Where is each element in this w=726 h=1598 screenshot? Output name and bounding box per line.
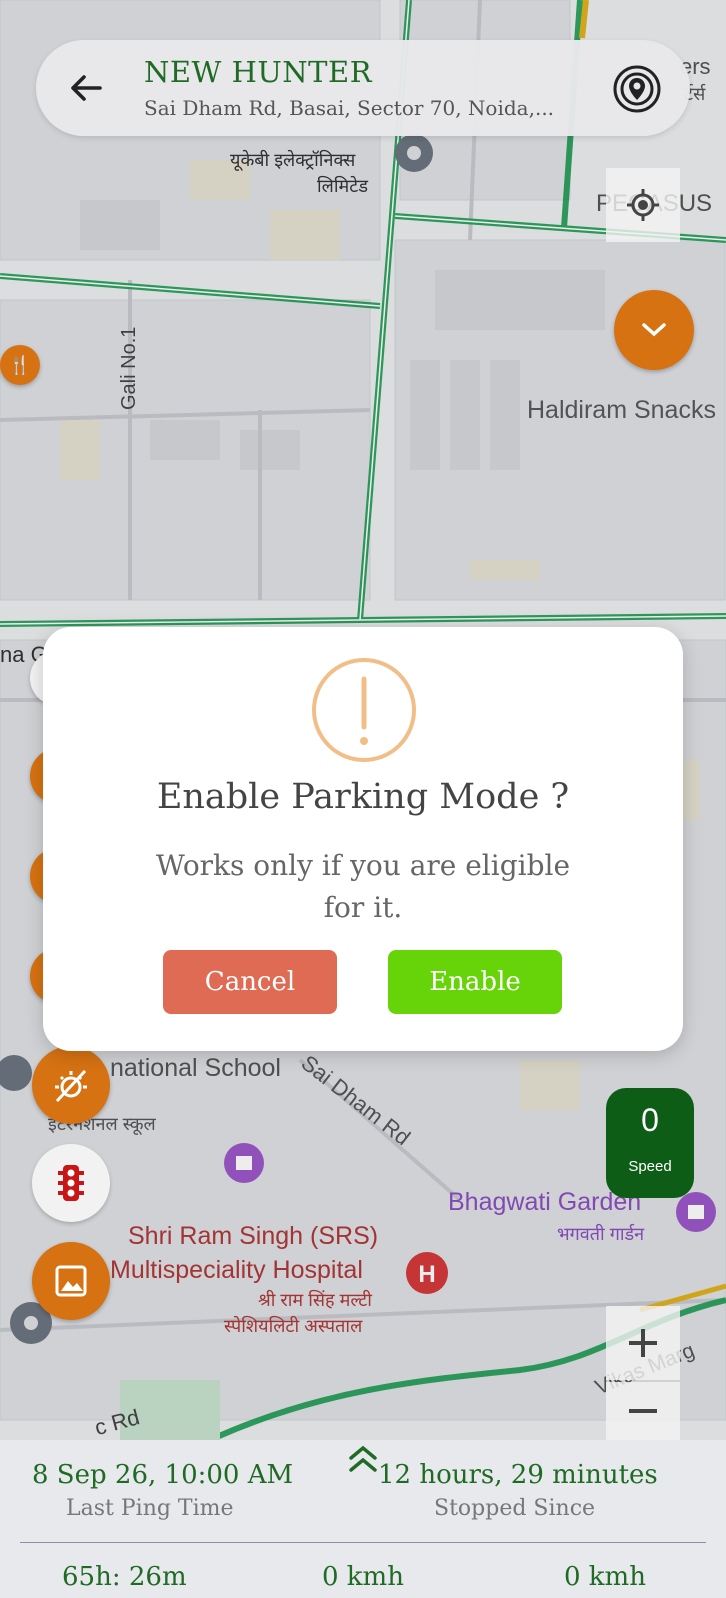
target-icon (613, 65, 661, 113)
night-mode-button[interactable] (32, 1046, 110, 1124)
my-location-icon (627, 189, 659, 221)
vehicle-title: NEW HUNTER (144, 55, 373, 89)
warning-icon (312, 658, 416, 762)
expand-up-icon[interactable] (345, 1442, 381, 1474)
my-location-button[interactable] (606, 168, 680, 242)
zoom-in-button[interactable] (606, 1306, 680, 1380)
speed-value-1: 0 kmh (322, 1562, 404, 1592)
speed-value: 0 (641, 1102, 659, 1138)
traffic-light-icon (58, 1165, 84, 1201)
duration-value: 65h: 26m (62, 1562, 187, 1592)
chevron-down-icon (642, 323, 666, 337)
vehicle-address: Sai Dham Rd, Basai, Sector 70, Noida,... (144, 96, 555, 120)
zoom-out-button[interactable] (606, 1382, 680, 1440)
stopped-since-value: 12 hours, 29 minutes (378, 1460, 658, 1490)
traffic-toggle-button[interactable] (32, 1144, 110, 1222)
restaurant-icon: 🍴 (8, 354, 32, 376)
top-bar: NEW HUNTER Sai Dham Rd, Basai, Sector 70… (36, 40, 690, 136)
last-ping-label: Last Ping Time (66, 1496, 234, 1521)
stopped-since-label: Stopped Since (434, 1496, 596, 1521)
zoom-out-icon (629, 1409, 657, 1413)
speed-label: Speed (628, 1158, 672, 1175)
speed-value-2: 0 kmh (564, 1562, 646, 1592)
speed-indicator: 0 Speed (606, 1088, 694, 1198)
restaurant-poi[interactable]: 🍴 (0, 345, 40, 385)
image-icon (55, 1265, 87, 1297)
back-arrow-icon (71, 75, 102, 101)
zoom-in-icon (629, 1329, 657, 1357)
last-ping-value: 8 Sep 26, 10:00 AM (32, 1460, 294, 1490)
parking-mode-dialog: Enable Parking Mode ? Works only if you … (43, 627, 683, 1051)
cancel-button[interactable]: Cancel (163, 950, 337, 1014)
collapse-button[interactable] (614, 290, 694, 370)
dialog-message: Works only if you are eligible for it. (155, 849, 571, 924)
enable-button[interactable]: Enable (388, 950, 562, 1014)
back-button[interactable] (64, 66, 108, 110)
status-panel: 8 Sep 26, 10:00 AM Last Ping Time 12 hou… (0, 1440, 726, 1598)
track-button[interactable] (612, 64, 662, 114)
dialog-title: Enable Parking Mode ? (156, 777, 570, 817)
panel-divider (20, 1542, 706, 1543)
map-type-button[interactable] (32, 1242, 110, 1320)
night-mode-icon (55, 1069, 87, 1103)
